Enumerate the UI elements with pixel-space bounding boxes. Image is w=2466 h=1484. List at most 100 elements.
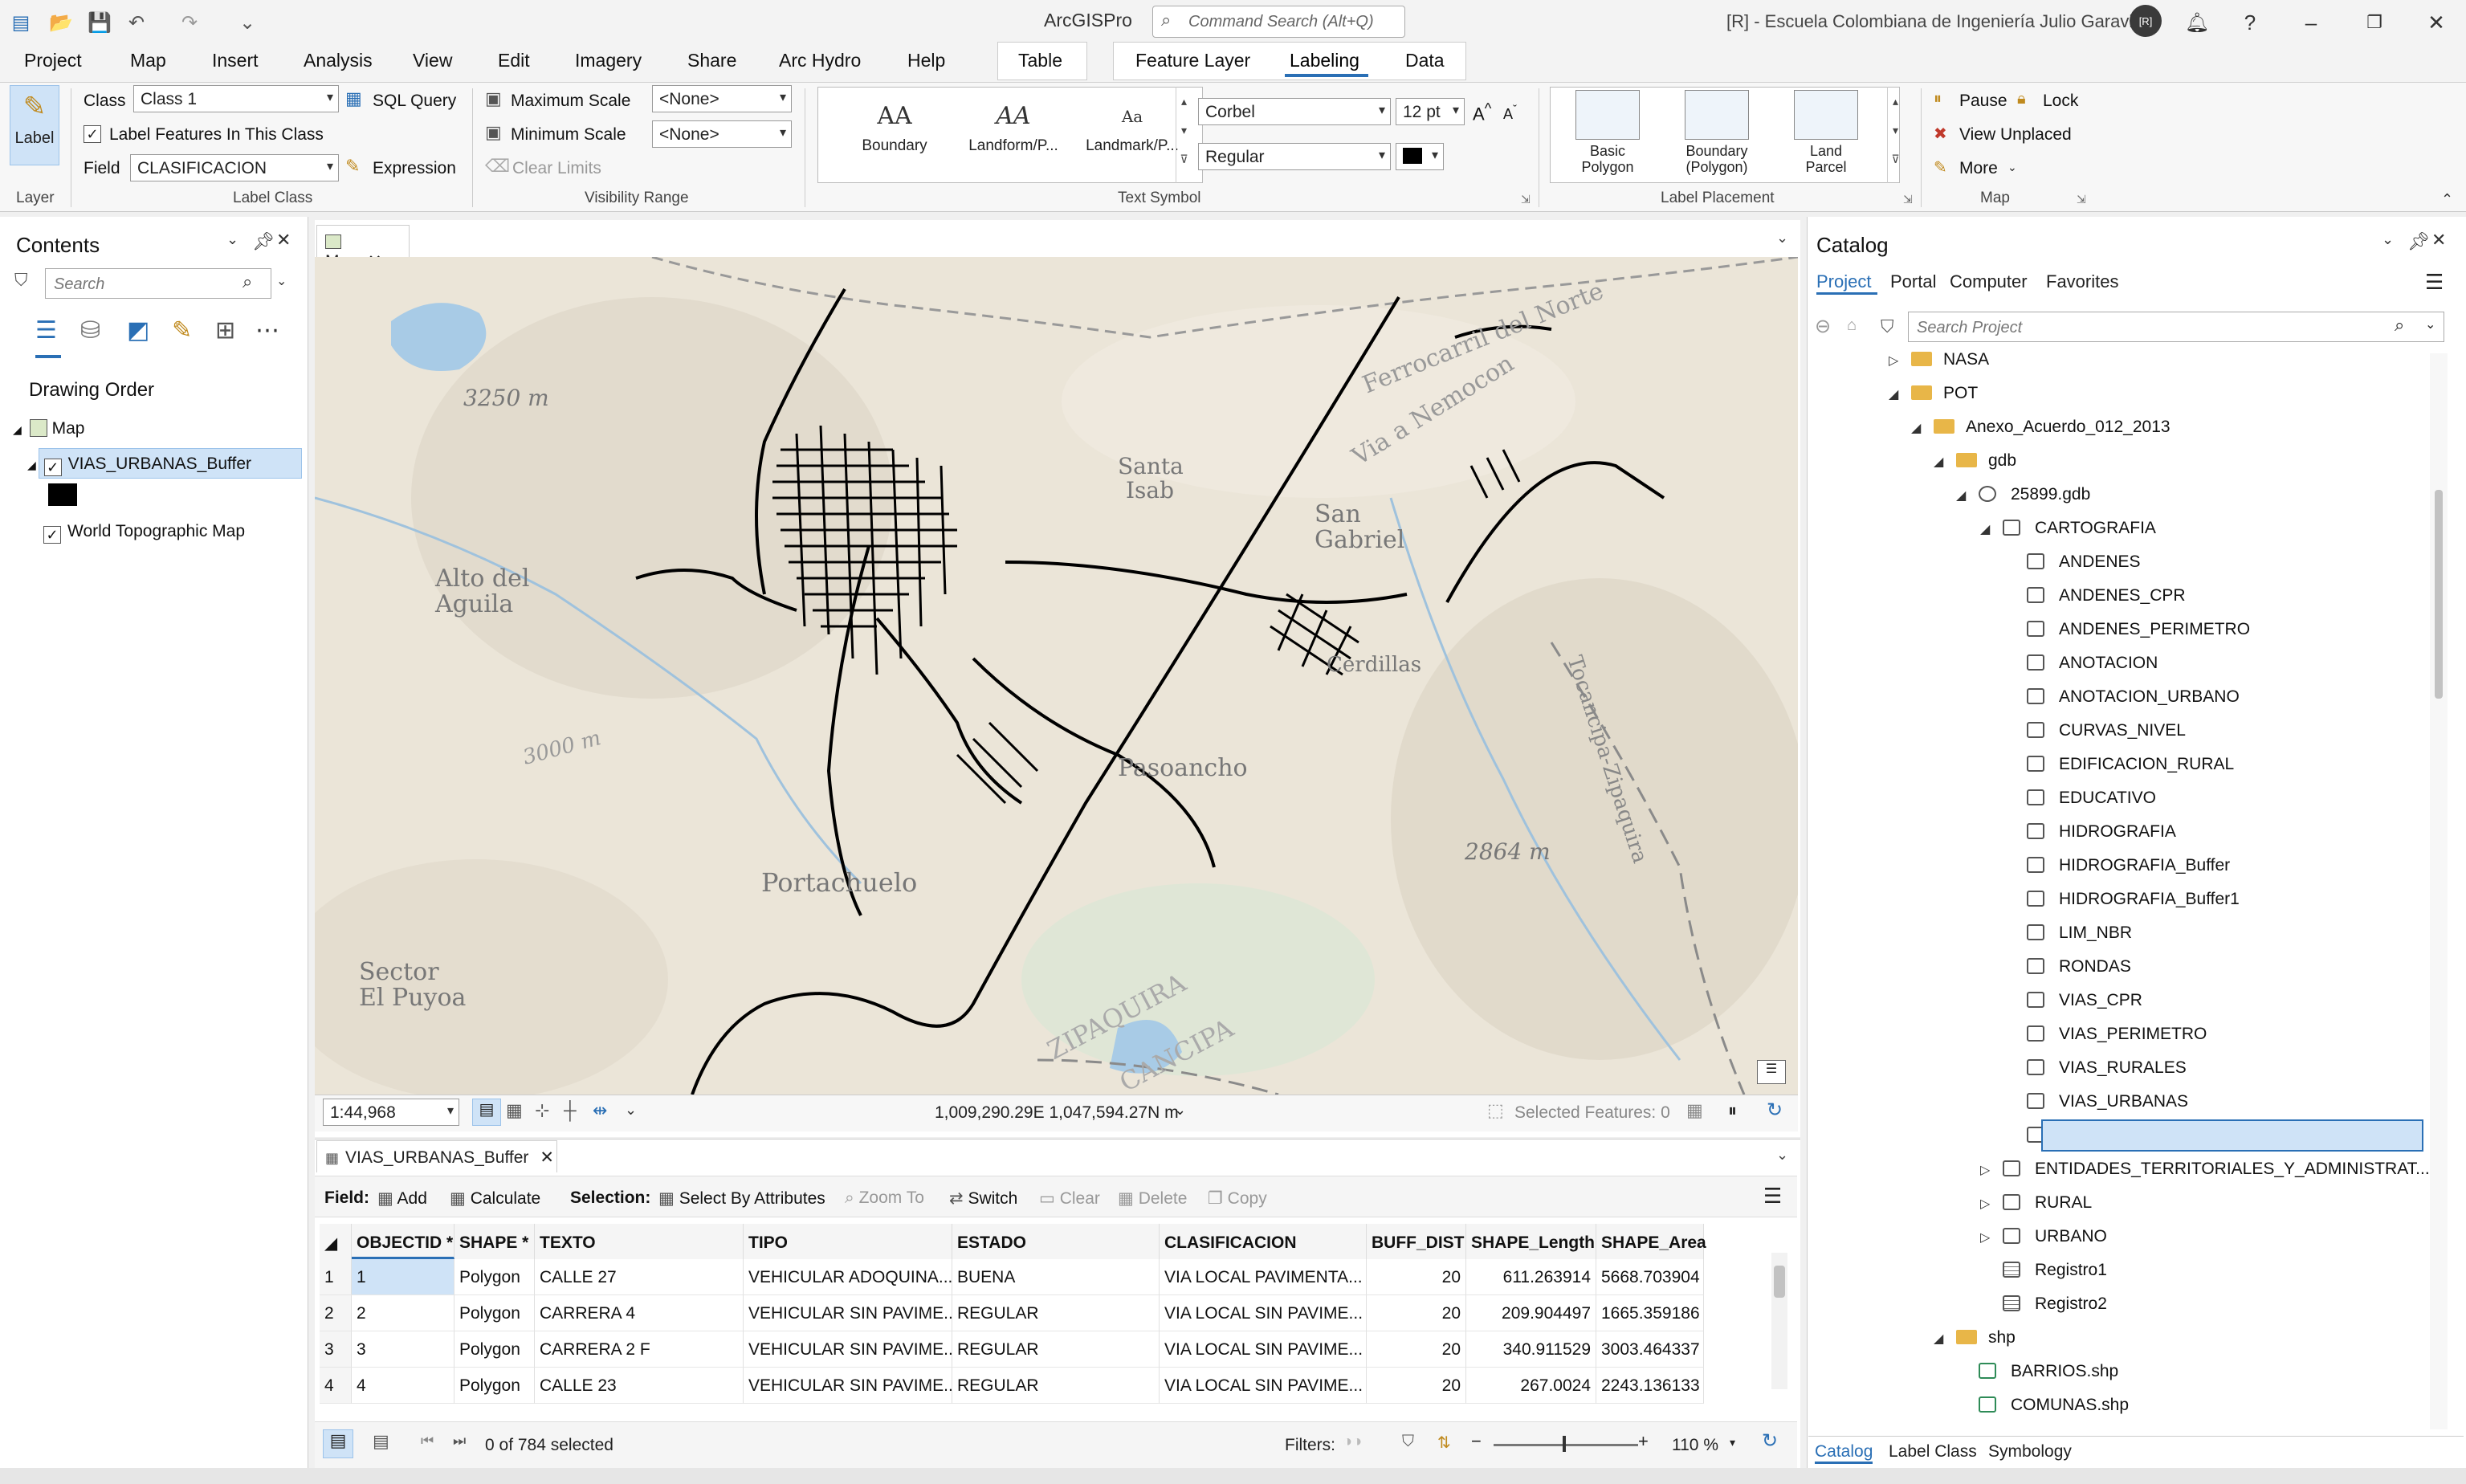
catalog-item[interactable]: ▷ NASA: [1889, 350, 1989, 369]
minimize-icon[interactable]: –: [2293, 5, 2329, 40]
search-options-icon[interactable]: ⌄: [2425, 316, 2435, 332]
map-tab[interactable]: Map✕: [316, 225, 410, 271]
catalog-item[interactable]: ◢ CARTOGRAFIA: [1980, 519, 2156, 538]
column-header[interactable]: BUFF_DIST: [1367, 1224, 1466, 1259]
back-icon[interactable]: ⊖: [1815, 315, 1831, 338]
catalog-tab-computer[interactable]: Computer: [1950, 271, 2028, 292]
view-unplaced-button[interactable]: View Unplaced: [1959, 125, 2072, 145]
table-tab[interactable]: ▦ VIAS_URBANAS_Buffer ✕: [316, 1140, 557, 1172]
catalog-item[interactable]: ▷ URBANO: [1980, 1227, 2107, 1246]
menu-arc-hydro[interactable]: Arc Hydro: [779, 50, 861, 71]
catalog-item[interactable]: ◢ POT: [1889, 384, 1978, 403]
catalog-item[interactable]: HIDROGRAFIA: [2004, 822, 2176, 842]
list-by-snapping-icon[interactable]: ⊞: [215, 316, 235, 344]
grid-icon[interactable]: ▦: [506, 1100, 523, 1121]
catalog-item[interactable]: VIAS_RURALES: [2004, 1058, 2187, 1078]
zoom-slider-handle[interactable]: [1563, 1436, 1566, 1452]
field-select[interactable]: CLASIFICACION: [130, 154, 339, 181]
catalog-item[interactable]: LIM_NBR: [2004, 923, 2132, 943]
table-cell[interactable]: 209.904497: [1466, 1295, 1596, 1331]
catalog-item[interactable]: ▷ ENTIDADES_TERRITORIALES_Y_ADMINISTRAT..…: [1980, 1160, 2430, 1179]
column-header[interactable]: TEXTO: [535, 1224, 744, 1259]
catalog-item[interactable]: HIDROGRAFIA_Buffer1: [2004, 890, 2240, 909]
catalog-item[interactable]: EDUCATIVO: [2004, 789, 2156, 808]
menu-insert[interactable]: Insert: [212, 50, 259, 71]
expression-button[interactable]: Expression: [373, 159, 456, 178]
table-cell[interactable]: 2243.136133: [1596, 1368, 1704, 1404]
catalog-item[interactable]: ◢ 25899.gdb: [1956, 485, 2090, 504]
table-cell[interactable]: 340.911529: [1466, 1331, 1596, 1368]
zoom-out-icon[interactable]: −: [1471, 1431, 1482, 1452]
bottom-tab-symbology[interactable]: Symbology: [1988, 1442, 2072, 1462]
column-header[interactable]: ESTADO: [952, 1224, 1160, 1259]
catalog-search-input[interactable]: Search Project: [1908, 312, 2444, 342]
table-cell[interactable]: VEHICULAR SIN PAVIME...: [744, 1295, 952, 1331]
redo-icon[interactable]: ↷: [175, 8, 204, 37]
column-header[interactable]: OBJECTID *: [352, 1224, 454, 1259]
scrollbar-thumb[interactable]: [2435, 490, 2443, 699]
gallery-boundary[interactable]: AA Boundary: [834, 96, 955, 155]
restore-icon[interactable]: ❐: [2357, 5, 2392, 40]
catalog-close-icon[interactable]: ✕: [2431, 230, 2446, 251]
column-header[interactable]: SHAPE *: [454, 1224, 535, 1259]
table-cell[interactable]: VIA LOCAL PAVIMENTA...: [1160, 1259, 1367, 1295]
zoom-level[interactable]: 110 %: [1672, 1436, 1718, 1455]
catalog-menu-icon[interactable]: ☰: [2425, 270, 2444, 295]
font-size-select[interactable]: 12 pt: [1396, 98, 1465, 125]
layer-visibility-checkbox[interactable]: ✓: [43, 526, 61, 544]
filter-extent-icon[interactable]: ◑◑: [1343, 1433, 1362, 1451]
collapse-ribbon-icon[interactable]: ⌃: [2441, 191, 2453, 208]
table-cell[interactable]: 20: [1367, 1295, 1466, 1331]
expand-arrow-icon[interactable]: ◢: [1956, 487, 1971, 503]
table-cell[interactable]: CARRERA 4: [535, 1295, 744, 1331]
catalog-item[interactable]: VIAS_URBANAS: [2004, 1092, 2188, 1111]
select-by-attributes-button[interactable]: ▦ Select By Attributes: [658, 1188, 825, 1209]
table-cell[interactable]: REGULAR: [952, 1331, 1160, 1368]
catalog-item[interactable]: ANDENES_CPR: [2004, 586, 2186, 605]
filter-icon[interactable]: ⛉: [14, 270, 28, 291]
catalog-item[interactable]: VIAS_CPR: [2004, 991, 2142, 1010]
table-icon[interactable]: ▦: [1686, 1100, 1703, 1121]
table-cell[interactable]: 20: [1367, 1331, 1466, 1368]
placement-launcher-icon[interactable]: ⇲: [1903, 193, 1913, 206]
table-cell[interactable]: 20: [1367, 1259, 1466, 1295]
catalog-item[interactable]: Registro2: [1980, 1294, 2107, 1314]
new-project-icon[interactable]: ▤: [6, 8, 35, 37]
pause-button[interactable]: Pause: [1959, 92, 2007, 111]
scale-select[interactable]: 1:44,968: [323, 1099, 459, 1126]
show-selected-records-icon[interactable]: ▤: [373, 1431, 389, 1452]
catalog-item[interactable]: ANOTACION: [2004, 654, 2158, 673]
catalog-options-icon[interactable]: ⌄: [2382, 231, 2394, 248]
row-header[interactable]: 2: [320, 1295, 352, 1331]
last-record-icon[interactable]: ⏭︎: [453, 1433, 466, 1449]
catalog-tab-project[interactable]: Project: [1816, 271, 1871, 292]
menu-share[interactable]: Share: [687, 50, 736, 71]
catalog-item[interactable]: COMUNAS.shp: [1956, 1396, 2129, 1415]
expand-arrow-icon[interactable]: ▷: [1980, 1196, 1995, 1212]
text-symbol-launcher-icon[interactable]: ⇲: [1521, 193, 1531, 206]
grow-font-icon[interactable]: A^: [1473, 100, 1491, 124]
catalog-item[interactable]: ◢ shp: [1934, 1328, 2016, 1347]
catalog-tab-favorites[interactable]: Favorites: [2046, 271, 2118, 292]
layer-visibility-checkbox[interactable]: ✓: [43, 459, 62, 476]
pin-icon[interactable]: 📌︎: [252, 231, 275, 252]
placement-boundary-polygon[interactable]: Boundary (Polygon): [1669, 90, 1765, 175]
zoom-to-button[interactable]: ⌕ Zoom To: [845, 1188, 924, 1208]
refresh-icon[interactable]: ↻: [1767, 1099, 1783, 1122]
catalog-item[interactable]: ANOTACION_URBANO: [2004, 687, 2240, 707]
lock-button[interactable]: Lock: [2043, 92, 2078, 111]
gallery-scroll[interactable]: ▴ ▾ ⊽: [1176, 87, 1192, 183]
table-cell[interactable]: BUENA: [952, 1259, 1160, 1295]
table-cell[interactable]: Polygon: [454, 1259, 535, 1295]
close-icon[interactable]: ✕: [2419, 5, 2454, 40]
column-header[interactable]: SHAPE_Area: [1596, 1224, 1706, 1259]
gallery-landmark[interactable]: Aa Landmark/P...: [1072, 96, 1192, 155]
sql-query-button[interactable]: SQL Query: [373, 92, 456, 111]
table-cell[interactable]: CARRERA 2 F: [535, 1331, 744, 1368]
catalog-item[interactable]: ANDENES_PERIMETRO: [2004, 620, 2250, 639]
table-cell[interactable]: 4: [352, 1368, 454, 1404]
class-select[interactable]: Class 1: [133, 85, 339, 112]
tree-map-node[interactable]: ◢ Map: [13, 419, 84, 438]
snapping-icon[interactable]: ⊹: [535, 1100, 549, 1121]
switch-selection-button[interactable]: ⇄ Switch: [949, 1188, 1017, 1209]
